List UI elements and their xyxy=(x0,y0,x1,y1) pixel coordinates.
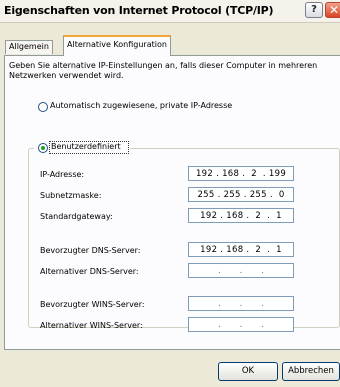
ok-button[interactable]: OK xyxy=(218,362,278,381)
ip-address-field[interactable]: 192 . 168 . 2 . 199 xyxy=(188,166,294,181)
ip-address-label: IP-Adresse: xyxy=(40,170,85,179)
alternate-wins-field[interactable]: . . . xyxy=(188,317,294,332)
description-text: Geben Sie alternative IP-Einstellungen a… xyxy=(9,61,318,80)
cancel-button[interactable]: Abbrechen xyxy=(282,362,340,381)
tab-alternative-konfiguration[interactable]: Alternative Konfiguration xyxy=(63,35,171,56)
help-button[interactable]: ? xyxy=(305,2,323,18)
ip-address-value: 192 . 168 . 2 . 199 xyxy=(195,169,287,179)
preferred-dns-field[interactable]: 192 . 168 . 2 . 1 xyxy=(188,242,294,257)
question-mark-icon: ? xyxy=(311,4,317,15)
title-bar[interactable]: Eigenschaften von Internet Protocol (TCP… xyxy=(0,0,340,23)
close-button[interactable]: ✕ xyxy=(325,2,340,18)
radio-selected-dot xyxy=(41,146,45,150)
radio-automatic[interactable] xyxy=(38,102,48,112)
subnet-mask-value: 255 . 255 . 255 . 0 xyxy=(197,190,285,200)
preferred-wins-label: Bevorzugter WINS-Server: xyxy=(40,300,145,309)
subnet-mask-field[interactable]: 255 . 255 . 255 . 0 xyxy=(188,187,294,202)
alternate-wins-empty: . . . xyxy=(218,320,264,330)
alternate-wins-label: Alternativer WINS-Server: xyxy=(40,321,143,330)
radio-custom[interactable] xyxy=(38,143,48,153)
alternate-dns-empty: . . . xyxy=(218,266,264,276)
default-gateway-field[interactable]: 192 . 168 . 2 . 1 xyxy=(188,208,294,223)
preferred-dns-label: Bevorzugter DNS-Server: xyxy=(40,246,141,255)
close-icon: ✕ xyxy=(328,3,340,17)
properties-dialog: Eigenschaften von Internet Protocol (TCP… xyxy=(0,0,340,387)
tab-allgemein[interactable]: Allgemein xyxy=(5,40,53,54)
subnet-mask-label: Subnetzmaske: xyxy=(40,191,102,200)
radio-custom-label[interactable]: Benutzerdefiniert xyxy=(51,142,121,151)
radio-automatic-label[interactable]: Automatisch zugewiesene, private IP-Adre… xyxy=(50,101,232,110)
default-gateway-value: 192 . 168 . 2 . 1 xyxy=(200,211,282,221)
window-title: Eigenschaften von Internet Protocol (TCP… xyxy=(4,4,274,17)
default-gateway-label: Standardgateway: xyxy=(40,212,113,221)
preferred-wins-empty: . . . xyxy=(218,299,264,309)
alternate-dns-label: Alternativer DNS-Server: xyxy=(40,267,139,276)
alternate-dns-field[interactable]: . . . xyxy=(188,263,294,278)
preferred-dns-value: 192 . 168 . 2 . 1 xyxy=(200,245,282,255)
preferred-wins-field[interactable]: . . . xyxy=(188,296,294,311)
